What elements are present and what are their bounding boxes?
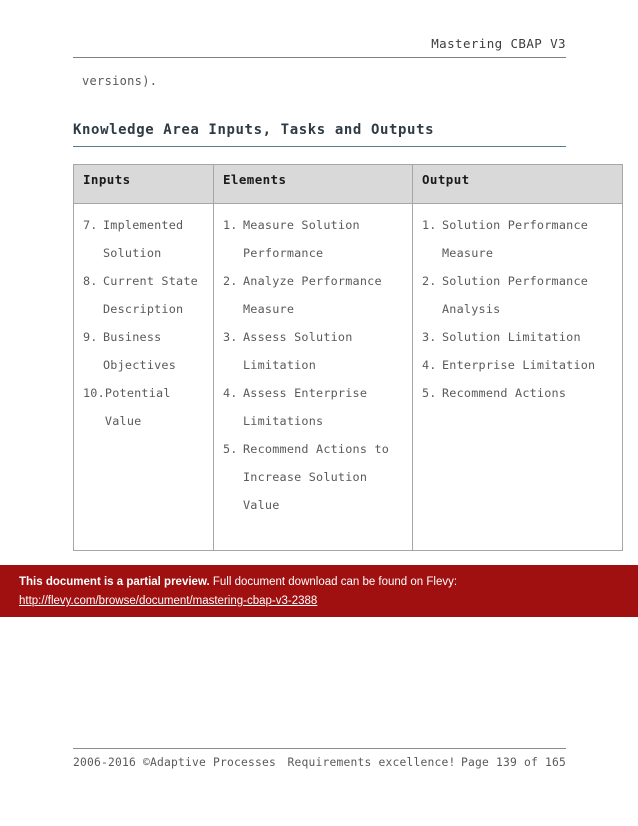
list-item-label: Assess Solution Limitation <box>243 330 353 372</box>
list-item-label: Solution Limitation <box>442 330 581 344</box>
list-item-number: 10. <box>83 386 105 400</box>
list-item-number: 4. <box>223 386 238 400</box>
inputs-list: 7. Implemented Solution 8. Current State De… <box>83 211 204 435</box>
table-header-row: Inputs Elements Output <box>73 164 623 204</box>
list-item-label: Potential Value <box>104 386 171 428</box>
list-item: 4. Enterprise Limitation <box>422 351 613 379</box>
list-item-label: Enterprise Limitation <box>442 358 596 372</box>
list-item: 3. Solution Limitation <box>422 323 613 351</box>
list-item: 1. Measure Solution Performance <box>223 211 403 267</box>
list-item-label: Analyze Performance Measure <box>243 274 382 316</box>
list-item-label: Measure Solution Performance <box>243 218 360 260</box>
list-item-number: 9. <box>83 330 98 344</box>
list-item-number: 5. <box>223 442 238 456</box>
list-item-number: 2. <box>223 274 238 288</box>
list-item: 9. Business Objectives <box>83 323 204 379</box>
page-title: Knowledge Area Inputs, Tasks and Outputs <box>73 122 566 147</box>
list-item: 5. Recommend Actions to Increase Solution… <box>223 435 403 519</box>
list-item-label: Assess Enterprise Limitations <box>243 386 368 428</box>
list-item-label: Solution Performance Measure <box>442 218 589 260</box>
banner-bold-text: This document is a partial preview. <box>19 576 210 588</box>
list-item-number: 2. <box>422 274 437 288</box>
footer-page-number: Page 139 of 165 <box>460 756 566 769</box>
list-item-label: Implemented Solution <box>103 218 184 260</box>
list-item-number: 7. <box>83 218 98 232</box>
lower-cell-description: Requirements that have been analyzed and… <box>232 649 605 699</box>
list-item-number: 8. <box>83 274 98 288</box>
column-header-output: Output <box>412 164 623 204</box>
list-item: 5. Recommend Actions <box>422 379 613 407</box>
list-item-label: Recommend Actions to Increase Solution V… <box>243 442 390 512</box>
page-header: Mastering CBAP V3 <box>73 36 566 58</box>
list-item: 8. Current State Description <box>83 267 204 323</box>
list-item-number: 5. <box>422 386 437 400</box>
outputs-list: 1. Solution Performance Measure 2. Solution… <box>422 211 613 407</box>
list-item: 10. Potential Value <box>83 379 204 435</box>
list-item-number: 1. <box>223 218 238 232</box>
column-header-elements: Elements <box>213 164 413 204</box>
list-item-label: Recommend Actions <box>442 386 567 400</box>
flevy-document-link[interactable]: http://flevy.com/browse/document/masteri… <box>19 593 317 609</box>
list-item: 1. Solution Performance Measure <box>422 211 613 267</box>
list-item-number: 4. <box>422 358 437 372</box>
list-item: 7. Implemented Solution <box>83 211 204 267</box>
page-footer: 2006-2016 ©Adaptive Processes Requiremen… <box>73 748 566 769</box>
list-item: 2. Solution Performance Analysis <box>422 267 613 323</box>
flevy-preview-banner: This document is a partial preview. Full… <box>0 565 638 617</box>
document-title: Mastering CBAP V3 <box>431 36 566 51</box>
list-item-number: 3. <box>223 330 238 344</box>
elements-list: 1. Measure Solution Performance 2. Analyze … <box>223 211 403 519</box>
footer-tagline: Requirements excellence! <box>287 756 456 769</box>
list-item: 4. Assess Enterprise Limitations <box>223 379 403 435</box>
lower-table-row: Requirements (validated) Requirements th… <box>70 649 605 699</box>
list-item: 3. Assess Solution Limitation <box>223 323 403 379</box>
list-item-number: 3. <box>422 330 437 344</box>
cell-output: 1. Solution Performance Measure 2. Solution… <box>412 203 623 551</box>
column-header-inputs: Inputs <box>73 164 214 204</box>
table-row: 7. Implemented Solution 8. Current State De… <box>73 203 623 551</box>
banner-rest-text: Full document download can be found on F… <box>209 576 458 588</box>
list-item-label: Solution Performance Analysis <box>442 274 589 316</box>
list-item-label: Current State Description <box>103 274 198 316</box>
knowledge-area-table: Inputs Elements Output 7. Implemented Sol… <box>73 164 623 551</box>
list-item: 2. Analyze Performance Measure <box>223 267 403 323</box>
footer-copyright: 2006-2016 ©Adaptive Processes <box>73 756 277 769</box>
intro-paragraph: versions). <box>82 74 158 88</box>
banner-message: This document is a partial preview. Full… <box>19 574 638 591</box>
cell-inputs: 7. Implemented Solution 8. Current State De… <box>73 203 214 551</box>
list-item-number: 1. <box>422 218 437 232</box>
cell-elements: 1. Measure Solution Performance 2. Analyze … <box>213 203 413 551</box>
lower-cell-term: Requirements (validated) <box>70 649 233 699</box>
list-item-label: Business Objectives <box>103 330 177 372</box>
